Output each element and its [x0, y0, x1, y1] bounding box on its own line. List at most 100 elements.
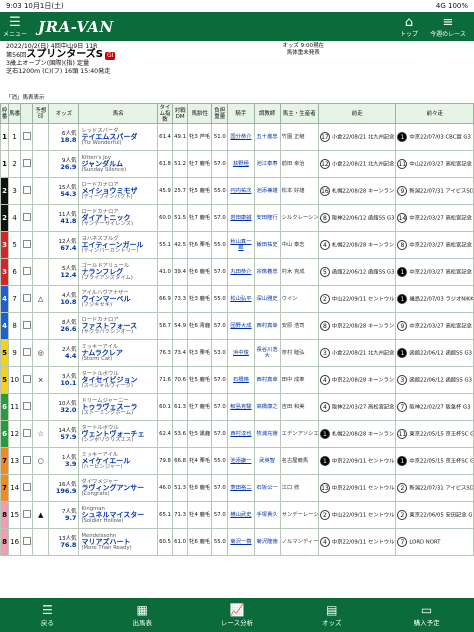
trainer-link[interactable]: 牧浦充徳 [253, 420, 281, 448]
prev2-race[interactable]: 3 函館22/06/12 函館SS G3 [395, 366, 474, 394]
trainer-link[interactable]: 安田隆行 [253, 204, 281, 232]
horse-row[interactable]: 2 4 11人気 41.8 ロードカナロア ダイアトニック (サンデーサイレンス) 60.0 5… [0, 204, 474, 232]
jockey-link[interactable]: 荻野極 [227, 150, 255, 178]
prev2-race[interactable]: 1中京22/03/27 高松宮記念 G1 [395, 258, 474, 286]
prediction-mark[interactable]: ◎ [32, 339, 50, 367]
prediction-mark[interactable] [32, 393, 50, 421]
back-button[interactable]: ☰ 戻る [17, 603, 77, 627]
jockey-link[interactable]: 西村淳也 [227, 420, 255, 448]
analysis-button[interactable]: 📈 レース分析 [207, 603, 267, 627]
prev2-race[interactable]: 14中京22/03/27 高松宮記念 G1 [395, 204, 474, 232]
prev-race[interactable]: 13中京22/09/11 セントウルS G2 [317, 474, 397, 502]
prev-race[interactable]: 4中京22/08/28 キーンランドC G3 [317, 366, 397, 394]
jockey-link[interactable]: 菱田裕二 [227, 474, 255, 502]
prediction-mark[interactable] [32, 231, 50, 259]
prev-race[interactable]: 2中山22/09/11 セントウルS G2 [317, 501, 397, 529]
horse-row[interactable]: 7 13 ○ 1人気 3.9 ミッキーアイル メイケイエール (ハービンジャー) 79.8 66.… [0, 447, 474, 475]
horse-cell[interactable]: ロードカナロア ファストフォース (サクラバクシンオー) [78, 312, 158, 340]
prev2-race[interactable]: 8中京22/03/27 高松宮記念 G1 [395, 231, 474, 259]
select-checkbox[interactable] [20, 177, 34, 205]
horse-row[interactable]: 5 9 ◎ 2人気 4.4 ミッキーアイル ナムラクレア (Storm Cat) 76.3 73.… [0, 339, 474, 367]
prev2-race[interactable]: 1 函館22/06/12 函館SS G3 [395, 339, 474, 367]
horse-cell[interactable]: ミッキーアイル メイケイエール (ハービンジャー) [78, 447, 158, 475]
jockey-link[interactable]: 秋山真一郎 [227, 231, 255, 259]
jockey-link[interactable]: 円内祐次 [227, 177, 255, 205]
jockey-link[interactable]: 横山武史 [227, 501, 255, 529]
select-checkbox[interactable] [20, 393, 34, 421]
select-checkbox[interactable] [20, 150, 34, 178]
prev2-race[interactable]: 7 LORD NORT [395, 528, 474, 556]
prev-race[interactable]: 4阪神22/03/27 高松宮記念 G1 [317, 393, 397, 421]
trainer-link[interactable]: 西村真幸 [253, 312, 281, 340]
horse-row[interactable]: 5 10 × 3人気 10.1 タートルボウル タイセイビジョン (スペシャルウィーク) 71.… [0, 366, 474, 394]
horse-cell[interactable]: Kingman シュネルマイスター (Soldier Hollow) [78, 501, 158, 529]
select-checkbox[interactable] [20, 312, 34, 340]
horse-row[interactable]: 7 14 16人気 196.9 ダイワメジャー ラヴィングアンサー (Congrats) 46… [0, 474, 474, 502]
prev2-race[interactable]: 7 阪神22/02/27 阪急杯 G3 [395, 393, 474, 421]
prev-race[interactable]: 3小倉22/08/21 北九州記念 G3 [317, 339, 397, 367]
select-checkbox[interactable] [20, 258, 34, 286]
trainer-link[interactable]: 長谷川浩大 [253, 339, 281, 367]
prediction-mark[interactable] [32, 474, 50, 502]
horse-row[interactable]: 4 8 8人気 26.6 ロードカナロア ファストフォース (サクラバクシンオー) 58.7 5… [0, 312, 474, 340]
jockey-link[interactable]: 鮫島克駿 [227, 393, 255, 421]
select-checkbox[interactable] [20, 366, 34, 394]
prediction-mark[interactable] [32, 150, 50, 178]
prev2-race[interactable]: 11 東京22/05/15 京王杯SC G2 [395, 420, 474, 448]
prediction-mark[interactable] [32, 312, 50, 340]
select-checkbox[interactable] [20, 204, 34, 232]
trainer-link[interactable]: 高橋康之 [253, 393, 281, 421]
odds-button[interactable]: ▤ オッズ [302, 603, 362, 627]
horse-row[interactable]: 1 2 9人気 26.9 Kitten's Joy ジャンダルム (Sunday Silen… [0, 150, 474, 178]
horse-cell[interactable]: ゴールドアリュール ナランフレグ (ブライアンズタイム) [78, 258, 158, 286]
prediction-mark[interactable] [32, 258, 50, 286]
buy-button[interactable]: ▭ 購入予定 [397, 603, 457, 627]
horse-cell[interactable]: レッドスパーダ テイエムスパーダ (Tiz Wonderful) [78, 123, 158, 151]
trainer-link[interactable]: 西村真幸 [253, 366, 281, 394]
prev2-race[interactable]: 11中山22/03/27 高松宮記念 G1 [395, 150, 474, 178]
horse-row[interactable]: 1 1 6人気 18.8 レッドスパーダ テイエムスパーダ (Tiz Wonderful) 6… [0, 123, 474, 151]
horse-row[interactable]: 3 6 5人気 12.4 ゴールドアリュール ナランフレグ (ブライアンズタイム) 41.0 3… [0, 258, 474, 286]
menu-button[interactable]: ☰ メニュー [0, 16, 30, 38]
horse-cell[interactable]: アイルハヴアナザー ウインマーベル (フジキセキ) [78, 285, 158, 313]
prev2-race[interactable]: 9新潟22/07/31 アイビスSD G3 [395, 177, 474, 205]
jockey-link[interactable]: 丸田恭介 [227, 258, 255, 286]
horse-row[interactable]: 8 15 ▲ 7人気 9.7 Kingman シュネルマイスター (Soldier Hollo… [0, 501, 474, 529]
jockey-link[interactable]: 菊沢一樹 [227, 528, 255, 556]
horse-cell[interactable]: ロードカナロア メイショウミモザ (ディープインパクト) [78, 177, 158, 205]
prediction-mark[interactable]: ▲ [32, 501, 50, 529]
prev-race[interactable]: 1札幌22/08/28 キーンランドC G3 [317, 420, 397, 448]
prev-race[interactable]: 1中京22/09/11 セントウルS G2 [317, 447, 397, 475]
prediction-mark[interactable] [32, 528, 50, 556]
today-races-button[interactable]: ≡ 今週のレース [428, 16, 468, 38]
select-checkbox[interactable] [20, 123, 34, 151]
prediction-mark[interactable]: △ [32, 285, 50, 313]
horse-cell[interactable]: ミッキーアイル ナムラクレア (Storm Cat) [78, 339, 158, 367]
horse-cell[interactable]: タートルボウル タイセイビジョン (スペシャルウィーク) [78, 366, 158, 394]
prev-race[interactable]: 8中京22/08/28 キーンランドC G3 [317, 312, 397, 340]
prev-race[interactable]: 17小倉22/08/21 北九州記念 G3 [317, 123, 397, 151]
horse-cell[interactable]: ダイワメジャー ラヴィングアンサー (Congrats) [78, 474, 158, 502]
top-button[interactable]: ⌂ トップ [394, 16, 424, 38]
jockey-link[interactable]: 石橋脩 [227, 366, 255, 394]
prediction-mark[interactable]: ○ [32, 447, 50, 475]
prev2-race[interactable]: 1 中京22/07/03 CBC賞 G3 [395, 123, 474, 151]
prev-race[interactable]: 16札幌22/08/28 キーンランドC G3 [317, 177, 397, 205]
prev2-race[interactable]: 2 東京22/06/05 安田記念 G1 [395, 501, 474, 529]
select-checkbox[interactable] [20, 231, 34, 259]
select-checkbox[interactable] [20, 420, 34, 448]
prev-race[interactable]: 2中山22/09/11 セントウルS G2 [317, 285, 397, 313]
trainer-link[interactable]: 五十嵐忠 [253, 123, 281, 151]
horse-row[interactable]: 8 16 13人気 76.8 Mendelssohn マリアズハート (More Than … [0, 528, 474, 556]
trainer-link[interactable]: 池添兼雄 [253, 177, 281, 205]
select-checkbox[interactable] [20, 474, 34, 502]
jockey-link[interactable]: 岩田康誠 [227, 204, 255, 232]
horse-row[interactable]: 2 3 15人気 54.3 ロードカナロア メイショウミモザ (ディープインパクト) 45.9… [0, 177, 474, 205]
select-checkbox[interactable] [20, 501, 34, 529]
prev-race[interactable]: 5 函館22/06/12 函館SS G3 [317, 258, 397, 286]
trainer-link[interactable]: 菊沢隆徳 [253, 528, 281, 556]
horse-cell[interactable]: タートルボウル ヴェントヴォーチェ (シンボリクリスエス) [78, 420, 158, 448]
prev-race[interactable]: 8 阪神22/06/12 函館SS G3 [317, 204, 397, 232]
prev2-race[interactable]: 9中京22/03/27 高松宮記念 G1 [395, 312, 474, 340]
jockey-link[interactable]: 池添謙一 [227, 447, 255, 475]
